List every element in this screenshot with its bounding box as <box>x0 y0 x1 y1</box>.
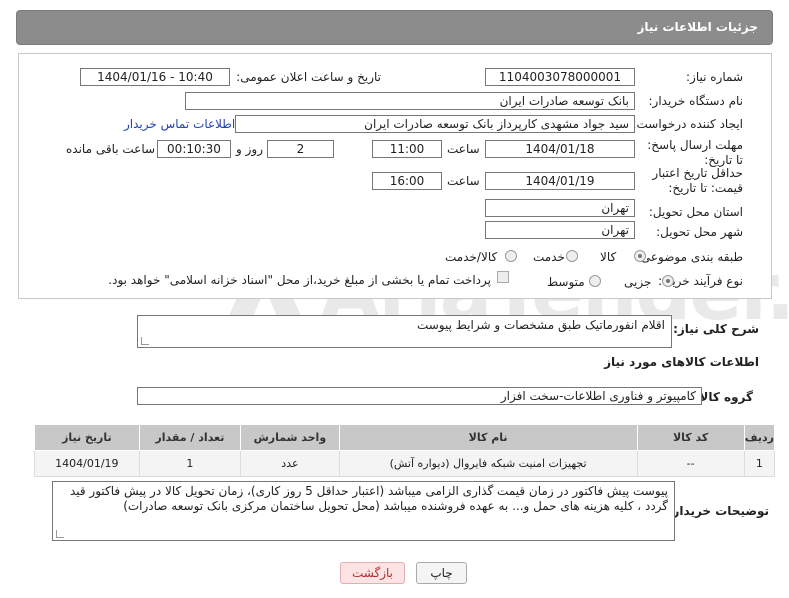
province-field: تهران <box>485 199 635 217</box>
announce-date-field: 1404/01/16 - 10:40 <box>80 68 230 86</box>
goods-group-label: گروه کالا: <box>694 390 753 404</box>
creator-label: ایجاد کننده درخواست: <box>632 117 743 131</box>
cell-row-number: 1 <box>743 450 776 477</box>
back-button[interactable]: بازگشت <box>340 562 405 584</box>
cell-name: تجهیزات امنیت شبکه فایروال (دیواره آتش) <box>338 450 638 477</box>
remaining-label: ساعت باقی مانده <box>66 142 156 156</box>
print-button[interactable]: چاپ <box>416 562 467 584</box>
goods-group-field: کامپیوتر و فناوری اطلاعات-سخت افزار <box>137 387 702 405</box>
resize-handle-icon[interactable] <box>141 337 149 345</box>
category-radio-goods-service[interactable] <box>505 250 517 262</box>
validity-label: حداقل تاریخ اعتبار قیمت: تا تاریخ: <box>652 166 743 195</box>
description-label: شرح کلی نیاز: <box>673 322 759 336</box>
column-header-need-date: تاریخ نیاز <box>34 424 140 451</box>
column-header-name: نام کالا <box>338 424 638 451</box>
cell-unit: عدد <box>240 450 340 477</box>
buyer-field: بانک توسعه صادرات ایران <box>185 92 635 110</box>
page-header: جزئیات اطلاعات نیاز <box>16 10 773 45</box>
description-field: اقلام انفورماتیک طبق مشخصات و شرایط پیوس… <box>137 315 672 348</box>
city-field: تهران <box>485 221 635 239</box>
category-option-goods-service: کالا/خدمت <box>445 250 498 264</box>
category-option-goods: کالا <box>600 250 617 264</box>
cell-need-date: 1404/01/19 <box>34 450 140 477</box>
category-radio-service[interactable] <box>566 250 578 262</box>
province-label: استان محل تحویل: <box>648 205 743 219</box>
buyer-notes-label: توضیحات خریدار: <box>667 504 769 518</box>
cell-quantity: 1 <box>138 450 242 477</box>
column-header-quantity: تعداد / مقدار <box>138 424 242 451</box>
validity-time-label: ساعت <box>447 174 480 188</box>
deadline-time-field: 11:00 <box>372 140 442 158</box>
creator-field: سید جواد مشهدی کارپرداز بانک توسعه صادرا… <box>235 115 635 133</box>
category-label: طبقه بندی موضوعی: <box>636 250 743 264</box>
column-header-unit: واحد شمارش <box>240 424 340 451</box>
validity-time-field: 16:00 <box>372 172 442 190</box>
table-header-row: ردیف کد کالا نام کالا واحد شمارش تعداد /… <box>34 424 776 451</box>
need-number-label: شماره نیاز: <box>686 70 743 84</box>
goods-section-title: اطلاعات کالاهای مورد نیاز <box>604 355 759 369</box>
process-radio-minor[interactable] <box>662 275 674 287</box>
days-label: روز و <box>236 142 263 156</box>
category-radio-goods[interactable] <box>634 250 646 262</box>
process-option-medium: متوسط <box>547 275 585 289</box>
goods-table: ردیف کد کالا نام کالا واحد شمارش تعداد /… <box>34 424 776 477</box>
column-header-row-number: ردیف <box>743 424 776 451</box>
announce-date-label: تاریخ و ساعت اعلان عمومی: <box>236 70 381 84</box>
treasury-payment-checkbox[interactable] <box>497 271 509 283</box>
deadline-date-field: 1404/01/18 <box>485 140 635 158</box>
buyer-contact-link[interactable]: اطلاعات تماس خریدار <box>124 117 235 131</box>
deadline-time-label: ساعت <box>447 142 480 156</box>
resize-handle-icon[interactable] <box>56 530 64 538</box>
buyer-label: نام دستگاه خریدار: <box>648 94 744 108</box>
cell-code: -- <box>636 450 745 477</box>
validity-date-field: 1404/01/19 <box>485 172 635 190</box>
buyer-notes-field: پیوست پیش فاکتور در زمان قیمت گذاری الزا… <box>52 481 675 541</box>
deadline-label: مهلت ارسال پاسخ: تا تاریخ: <box>647 138 743 167</box>
need-number-field: 1104003078000001 <box>485 68 635 86</box>
column-header-code: کد کالا <box>636 424 745 451</box>
treasury-payment-note: پرداخت تمام یا بخشی از مبلغ خرید،از محل … <box>108 273 491 287</box>
hours-remaining-field: 00:10:30 <box>157 140 231 158</box>
buyer-notes-text: پیوست پیش فاکتور در زمان قیمت گذاری الزا… <box>69 484 668 513</box>
table-row: 1 -- تجهیزات امنیت شبکه فایروال (دیواره … <box>34 450 776 477</box>
process-option-minor: جزیی <box>624 275 652 289</box>
category-option-service: خدمت <box>533 250 565 264</box>
process-radio-medium[interactable] <box>589 275 601 287</box>
days-remaining-field: 2 <box>267 140 334 158</box>
city-label: شهر محل تحویل: <box>656 225 743 239</box>
description-text: اقلام انفورماتیک طبق مشخصات و شرایط پیوس… <box>416 318 665 332</box>
page-title: جزئیات اطلاعات نیاز <box>637 20 758 34</box>
